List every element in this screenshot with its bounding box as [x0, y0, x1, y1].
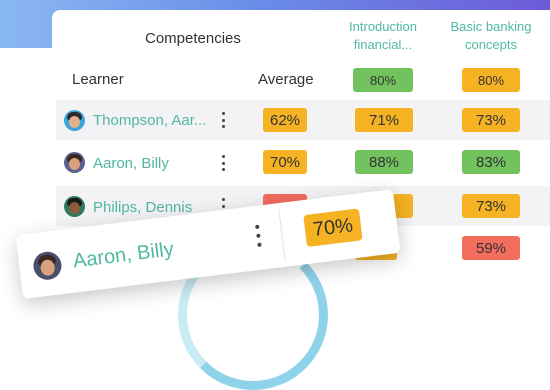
course-average-badge: 80%: [462, 68, 520, 92]
learner-name-link[interactable]: Aaron, Billy: [93, 155, 169, 172]
average-score-badge: 70%: [263, 150, 307, 174]
competencies-label: Competencies: [145, 30, 241, 47]
course-title-line2: financial...: [353, 37, 413, 52]
course-column-intro-financial[interactable]: Introduction financial...: [338, 18, 428, 54]
learner-avatar: [64, 196, 85, 217]
course-score-badge: 83%: [462, 150, 520, 174]
row-menu-kebab-icon[interactable]: [252, 221, 265, 250]
course-score-badge: 59%: [462, 236, 520, 260]
average-column-header[interactable]: Average: [258, 71, 314, 88]
learner-avatar: [64, 110, 85, 131]
row-menu-kebab-icon[interactable]: [218, 153, 228, 173]
divider: [278, 209, 286, 261]
course-average-badge: 80%: [353, 68, 413, 92]
learner-avatar: [31, 250, 64, 282]
learner-avatar: [64, 152, 85, 173]
course-score-badge: 71%: [355, 108, 413, 132]
average-score-badge: 70%: [303, 208, 363, 247]
learner-name-link[interactable]: Aaron, Billy: [72, 238, 175, 273]
course-title-line1: Introduction: [349, 19, 417, 34]
course-title-line2: concepts: [464, 37, 518, 52]
course-score-badge: 88%: [355, 150, 413, 174]
learner-name-link[interactable]: Thompson, Aar...: [93, 112, 206, 129]
course-title-line1: Basic banking: [450, 19, 532, 34]
row-menu-kebab-icon[interactable]: [218, 110, 228, 130]
average-score-badge: 62%: [263, 108, 307, 132]
course-column-basic-banking[interactable]: Basic banking concepts: [446, 18, 536, 54]
learner-name-link[interactable]: Philips, Dennis: [93, 199, 192, 216]
course-score-badge: 73%: [462, 108, 520, 132]
learner-column-header[interactable]: Learner: [72, 71, 124, 88]
course-score-badge: 73%: [462, 194, 520, 218]
